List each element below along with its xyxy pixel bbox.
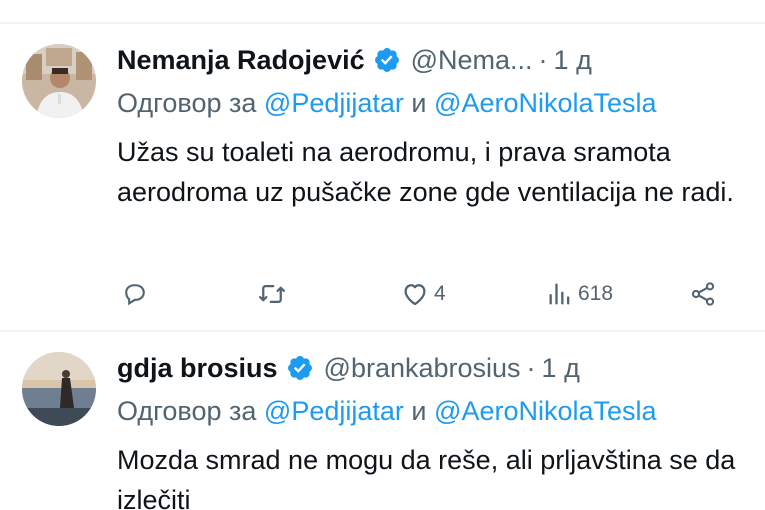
views-button[interactable]: 618 <box>546 276 613 312</box>
reply-prefix: Одговор за <box>117 396 257 426</box>
views-icon <box>549 283 570 305</box>
author-name[interactable]: Nemanja Radojević <box>117 42 365 78</box>
reply-button[interactable] <box>121 276 149 312</box>
author-name[interactable]: gdja brosius <box>117 350 278 386</box>
mention-link[interactable]: @AeroNikolaTesla <box>434 396 657 426</box>
tweet-actions: 4 618 <box>117 276 737 312</box>
avatar[interactable] <box>22 352 96 426</box>
like-count: 4 <box>434 282 446 305</box>
share-button[interactable] <box>689 276 717 312</box>
replying-to: Одговор за @Pedjijatar и @AeroNikolaTesl… <box>117 85 657 121</box>
view-count: 618 <box>578 282 614 305</box>
share-icon <box>691 282 715 306</box>
tweet-card[interactable]: gdja brosius @brankabrosius · 1 д Одгово… <box>0 332 765 510</box>
author-handle[interactable]: @Nema... <box>411 42 533 78</box>
mention-link[interactable]: @Pedjijatar <box>264 396 404 426</box>
verified-badge-icon <box>373 46 401 74</box>
retweet-button[interactable] <box>257 276 287 312</box>
timestamp[interactable]: 1 д <box>554 42 592 78</box>
replying-to: Одговор за @Pedjijatar и @AeroNikolaTesl… <box>117 393 657 429</box>
tweet-card[interactable]: Nemanja Radojević @Nema... · 1 д Одговор… <box>0 24 765 330</box>
retweet-icon <box>259 285 285 303</box>
verified-badge-icon <box>286 354 314 382</box>
timestamp[interactable]: 1 д <box>542 350 580 386</box>
mention-link[interactable]: @AeroNikolaTesla <box>434 88 657 118</box>
tweet-text: Mozda smrad ne mogu da reše, ali prljavš… <box>117 445 736 510</box>
reply-conjunction: и <box>411 88 427 118</box>
separator-dot: · <box>526 353 536 383</box>
tweet-text: Užas su toaleti na aerodromu, i prava sr… <box>117 137 734 207</box>
like-icon <box>404 284 426 306</box>
reply-prefix: Одговор за <box>117 88 257 118</box>
like-button[interactable]: 4 <box>400 276 446 312</box>
tweet-header: Nemanja Radojević @Nema... · 1 д <box>117 42 592 78</box>
avatar-image <box>22 44 96 118</box>
tweet-header: gdja brosius @brankabrosius · 1 д <box>117 350 580 386</box>
mention-link[interactable]: @Pedjijatar <box>264 88 404 118</box>
tweet-thread: Nemanja Radojević @Nema... · 1 д Одговор… <box>0 0 765 510</box>
avatar[interactable] <box>22 44 96 118</box>
reply-conjunction: и <box>411 396 427 426</box>
previous-tweet-remnant <box>0 0 765 22</box>
avatar-image <box>22 352 96 426</box>
reply-icon <box>125 284 145 306</box>
separator-dot: · <box>538 45 548 75</box>
author-handle[interactable]: @brankabrosius <box>324 350 521 386</box>
